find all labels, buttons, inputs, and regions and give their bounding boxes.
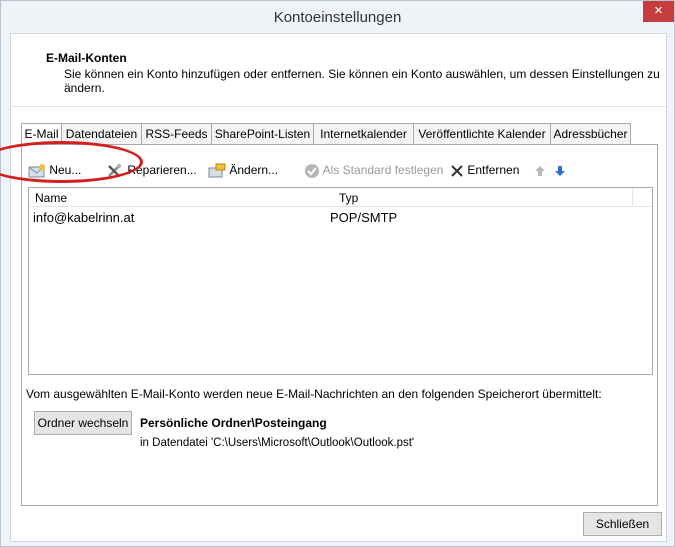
change-label: Ändern... (229, 163, 279, 177)
tools-icon (106, 163, 124, 177)
remove-button[interactable]: Entfernen (450, 159, 519, 181)
checkmark-icon (304, 163, 320, 178)
tab-email[interactable]: E-Mail (21, 123, 62, 145)
list-header: Name Typ (29, 188, 652, 207)
remove-icon (450, 163, 464, 177)
remove-label: Entfernen (467, 163, 520, 177)
dialog-content: E-Mail-Konten Sie können ein Konto hinzu… (10, 33, 667, 542)
column-type[interactable]: Typ (339, 191, 358, 205)
arrow-up-icon (534, 163, 546, 177)
change-button[interactable]: Ändern... (208, 159, 278, 181)
delivery-info: Vom ausgewählten E-Mail-Konto werden neu… (26, 387, 602, 401)
email-tab-panel: Neu... Reparieren... Ändern... Als Stand… (21, 144, 658, 506)
section-title: E-Mail-Konten (46, 51, 127, 65)
delivery-folder-name: Persönliche Ordner\Posteingang (140, 416, 327, 430)
arrow-down-icon (554, 163, 566, 177)
account-email: info@kabelrinn.at (33, 210, 135, 225)
tab-internet-calendars[interactable]: Internetkalender (313, 123, 414, 144)
repair-label: Reparieren... (127, 163, 197, 177)
title-bar: Kontoeinstellungen × (1, 1, 674, 33)
account-settings-window: Kontoeinstellungen × E-Mail-Konten Sie k… (0, 0, 675, 547)
account-row[interactable]: info@kabelrinn.at POP/SMTP (29, 210, 629, 226)
new-account-button[interactable]: Neu... (28, 159, 81, 181)
account-type: POP/SMTP (330, 210, 398, 225)
delivery-folder-path: in Datendatei 'C:\Users\Microsoft\Outloo… (140, 437, 415, 449)
account-list: Name Typ info@kabelrinn.at POP/SMTP (28, 187, 653, 375)
header-section: E-Mail-Konten Sie können ein Konto hinzu… (11, 34, 666, 107)
edit-account-icon (208, 163, 226, 178)
tab-address-books[interactable]: Adressbücher (550, 123, 631, 144)
tab-published-calendars[interactable]: Veröffentlichte Kalender (413, 123, 551, 144)
close-button[interactable]: Schließen (583, 512, 662, 536)
new-account-label: Neu... (49, 163, 82, 177)
move-down-button[interactable] (554, 159, 566, 181)
window-title: Kontoeinstellungen (273, 9, 402, 26)
repair-button[interactable]: Reparieren... (106, 159, 197, 181)
set-default-button[interactable]: Als Standard festlegen (304, 159, 443, 181)
column-name[interactable]: Name (35, 191, 67, 205)
tab-data-files[interactable]: Datendateien (61, 123, 142, 144)
tab-rss-feeds[interactable]: RSS-Feeds (141, 123, 212, 144)
section-description: Sie können ein Konto hinzufügen oder ent… (64, 67, 660, 95)
move-up-button[interactable] (534, 159, 546, 181)
set-default-label: Als Standard festlegen (322, 163, 444, 177)
column-divider (632, 188, 633, 206)
new-account-icon (28, 163, 46, 178)
close-window-button[interactable]: × (643, 1, 674, 22)
tab-sharepoint-lists[interactable]: SharePoint-Listen (211, 123, 314, 144)
change-folder-button[interactable]: Ordner wechseln (34, 411, 132, 435)
